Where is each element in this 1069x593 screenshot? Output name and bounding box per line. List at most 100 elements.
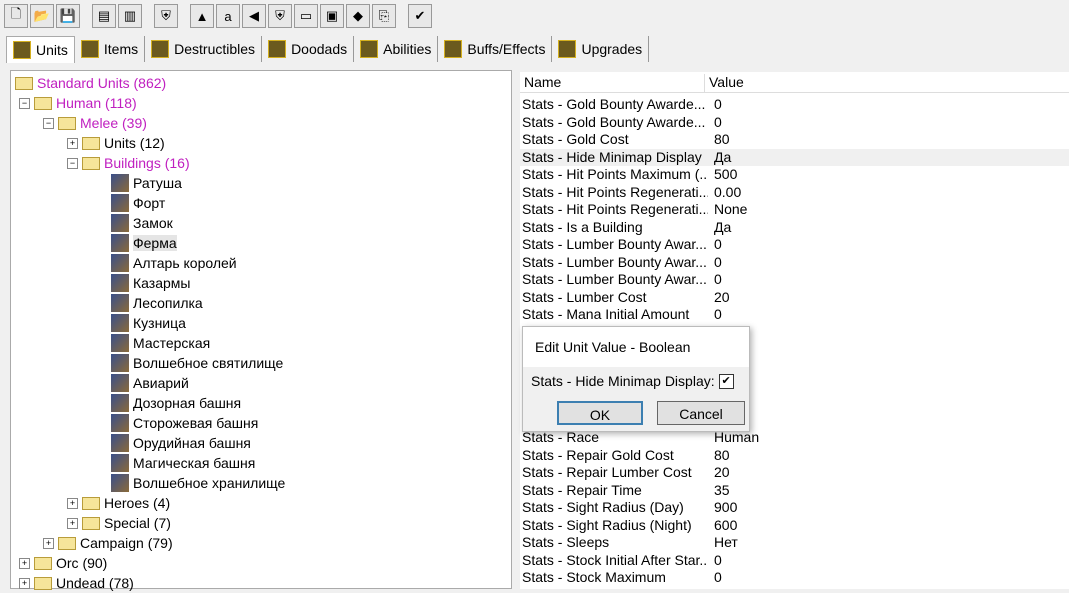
property-row[interactable]: Stats - Stock Maximum 0 xyxy=(520,569,1069,587)
property-row[interactable]: Stats - Lumber Cost 20 xyxy=(520,289,1069,307)
property-row[interactable]: Stats - Lumber Bounty Awar... 0 xyxy=(520,254,1069,272)
tree-item-building[interactable]: Волшебное хранилище xyxy=(111,473,285,493)
tree-item-building[interactable]: Лесопилка xyxy=(111,293,203,313)
tree-node[interactable]: − Buildings (16) xyxy=(67,153,190,173)
property-row[interactable]: Stats - Sleeps Нет xyxy=(520,534,1069,552)
property-row[interactable]: Stats - Sight Radius (Day) 900 xyxy=(520,499,1069,517)
property-row[interactable]: Stats - Gold Bounty Awarde... 0 xyxy=(520,96,1069,114)
tree-item-building[interactable]: Алтарь королей xyxy=(111,253,237,273)
property-row[interactable]: Stats - Hit Points Regenerati... 0.00 xyxy=(520,184,1069,202)
tree-item-building[interactable]: Кузница xyxy=(111,313,186,333)
tree-node[interactable]: + Special (7) xyxy=(67,513,171,533)
column-name-header[interactable]: Name xyxy=(520,74,705,92)
unit-icon xyxy=(111,434,129,452)
property-row[interactable]: Stats - Repair Time 35 xyxy=(520,482,1069,500)
folder-icon xyxy=(15,76,33,90)
collapse-icon[interactable]: − xyxy=(67,157,78,169)
text-button[interactable]: a xyxy=(216,4,240,28)
expand-icon[interactable]: + xyxy=(67,517,78,529)
property-row[interactable]: Stats - Hit Points Maximum (... 500 xyxy=(520,166,1069,184)
tree-item-building[interactable]: Магическая башня xyxy=(111,453,255,473)
sound-button[interactable]: ◀ xyxy=(242,4,266,28)
folder-icon xyxy=(58,536,76,550)
tab-destructibles[interactable]: Destructibles xyxy=(145,36,263,62)
tree-node-label: Замок xyxy=(133,215,173,231)
property-name: Stats - Lumber Bounty Awar... xyxy=(522,236,707,252)
unit-tree[interactable]: Standard Units (862) − Human (118) − Melee (… xyxy=(10,70,512,591)
boolean-checkbox[interactable]: ✔ xyxy=(718,373,734,389)
tree-item-building[interactable]: Казармы xyxy=(111,273,190,293)
tree-node-label: Standard Units (862) xyxy=(37,75,167,91)
tab-items[interactable]: Items xyxy=(75,36,146,62)
tab-buffs-effects[interactable]: Buffs/Effects xyxy=(438,36,553,62)
property-value: 0 xyxy=(714,253,722,270)
paste-button[interactable]: ▥ xyxy=(118,4,142,28)
tree-item-building[interactable]: Ратуша xyxy=(111,173,182,193)
property-name: Stats - Gold Cost xyxy=(522,131,629,147)
test-map-button[interactable]: ✔ xyxy=(408,4,432,28)
expand-icon[interactable]: + xyxy=(67,137,78,149)
tab-doodads[interactable]: Doodads xyxy=(262,36,355,62)
expand-icon[interactable]: + xyxy=(19,577,30,589)
tab-upgrades[interactable]: Upgrades xyxy=(552,36,650,62)
property-value: Да xyxy=(714,148,732,165)
tab-units[interactable]: Units xyxy=(6,36,75,63)
property-row[interactable]: Stats - Is a Building Да xyxy=(520,219,1069,237)
collapse-icon[interactable]: − xyxy=(19,97,30,109)
property-row[interactable]: Stats - Lumber Bounty Awar... 0 xyxy=(520,236,1069,254)
property-row[interactable]: Stats - Repair Gold Cost 80 xyxy=(520,447,1069,465)
export-button[interactable]: ⎘ xyxy=(372,4,396,28)
tree-node[interactable]: − Human (118) xyxy=(19,93,137,113)
property-row[interactable]: Stats - Hide Minimap Display Да xyxy=(520,148,1069,166)
tree-node[interactable]: + Undead (78) xyxy=(19,573,134,593)
campaign-button[interactable]: ▭ xyxy=(294,4,318,28)
import-button[interactable]: ◆ xyxy=(346,4,370,28)
tree-node[interactable]: + Units (12) xyxy=(67,133,165,153)
tree-node[interactable]: Standard Units (862) xyxy=(15,73,166,93)
object-editor-button[interactable]: ⛨ xyxy=(268,4,292,28)
copy-button[interactable]: ▤ xyxy=(92,4,116,28)
export-icon: ⎘ xyxy=(378,8,390,23)
expand-icon[interactable]: + xyxy=(43,537,54,549)
tree-node[interactable]: − Melee (39) xyxy=(43,113,147,133)
ai-button[interactable]: ▣ xyxy=(320,4,344,28)
expand-icon[interactable]: + xyxy=(19,557,30,569)
property-row[interactable]: Stats - Stock Initial After Star... 0 xyxy=(520,552,1069,570)
property-row[interactable]: Stats - Mana Initial Amount 0 xyxy=(520,306,1069,324)
property-row[interactable]: Stats - Gold Bounty Awarde... 0 xyxy=(520,114,1069,132)
property-row[interactable]: Stats - Hit Points Regenerati... None xyxy=(520,201,1069,219)
column-value-header[interactable]: Value xyxy=(705,74,1069,92)
tree-node[interactable]: + Heroes (4) xyxy=(67,493,170,513)
tree-item-building[interactable]: Волшебное святилище xyxy=(111,353,283,373)
tree-item-building[interactable]: Замок xyxy=(111,213,173,233)
ok-button[interactable]: OK xyxy=(557,401,643,425)
tree-item-building[interactable]: Орудийная башня xyxy=(111,433,251,453)
cancel-button[interactable]: Cancel xyxy=(657,401,745,425)
tree-item-building[interactable]: Авиарий xyxy=(111,373,189,393)
collapse-icon[interactable]: − xyxy=(43,117,54,129)
tree-item-building[interactable]: Сторожевая башня xyxy=(111,413,258,433)
tree-item-building[interactable]: Форт xyxy=(111,193,165,213)
tree-node[interactable]: + Campaign (79) xyxy=(43,533,173,553)
open-button[interactable]: 📂 xyxy=(30,4,54,28)
unit-editor-button[interactable]: ⛨ xyxy=(154,4,178,28)
save-button[interactable]: 💾 xyxy=(56,4,80,28)
terrain-button[interactable]: ▲ xyxy=(190,4,214,28)
property-row[interactable]: Stats - Repair Lumber Cost 20 xyxy=(520,464,1069,482)
tree-node-label: Special (7) xyxy=(104,515,171,531)
tree-item-building[interactable]: Дозорная башня xyxy=(111,393,241,413)
tree-node-label: Ратуша xyxy=(133,175,182,191)
tree-node-label: Алтарь королей xyxy=(133,255,237,271)
tree-item-building[interactable]: Ферма xyxy=(111,233,177,253)
property-row[interactable]: Stats - Sight Radius (Night) 600 xyxy=(520,517,1069,535)
tree-node[interactable]: + Orc (90) xyxy=(19,553,107,573)
property-row[interactable]: Stats - Lumber Bounty Awar... 0 xyxy=(520,271,1069,289)
tree-item-building[interactable]: Мастерская xyxy=(111,333,210,353)
new-button[interactable]: 🗋 xyxy=(4,4,28,28)
property-value: 20 xyxy=(714,464,730,480)
unit-icon xyxy=(111,194,129,212)
property-row[interactable]: Stats - Gold Cost 80 xyxy=(520,131,1069,149)
tab-abilities[interactable]: Abilities xyxy=(354,36,439,62)
expand-icon[interactable]: + xyxy=(67,497,78,509)
tree-node-label: Кузница xyxy=(133,315,186,331)
